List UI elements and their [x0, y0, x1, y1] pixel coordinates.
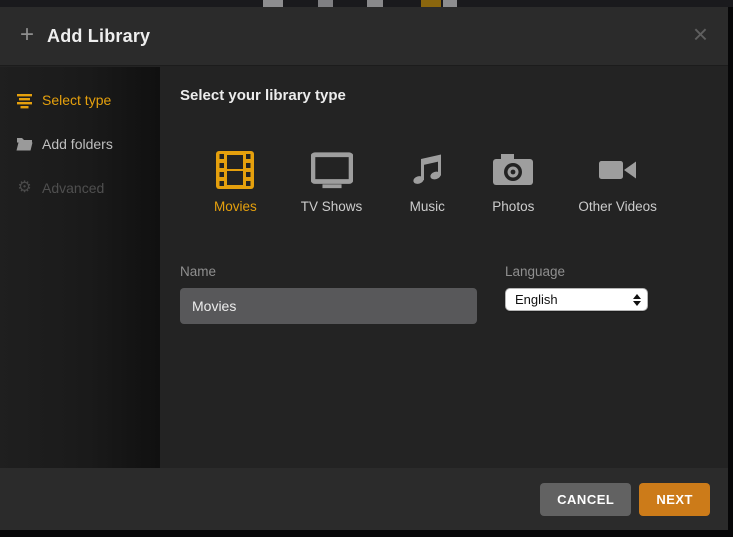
background-fragment	[263, 0, 283, 7]
folder-icon	[16, 136, 33, 153]
library-type-row: Movies TV Shows	[214, 150, 728, 214]
type-option-other-videos[interactable]: Other Videos	[578, 150, 657, 214]
sidebar-item-label: Add folders	[42, 136, 113, 152]
cancel-button[interactable]: CANCEL	[540, 483, 631, 516]
background-page	[0, 0, 733, 7]
dialog-header: + Add Library ×	[0, 7, 728, 66]
plus-icon: +	[20, 23, 34, 47]
close-icon[interactable]: ×	[693, 21, 708, 47]
type-label: Music	[410, 199, 445, 214]
fields-row: Name Language English	[180, 264, 728, 324]
name-field-label: Name	[180, 264, 477, 279]
music-note-icon	[406, 150, 448, 190]
language-select[interactable]: English	[505, 288, 648, 311]
background-fragment	[443, 0, 457, 7]
language-field-group: Language English	[505, 264, 648, 324]
background-fragment	[318, 0, 333, 7]
dialog-content: Select your library type	[160, 67, 728, 468]
add-library-dialog: + Add Library × Select type	[0, 7, 728, 530]
sidebar-item-select-type[interactable]: Select type	[0, 78, 160, 122]
language-select-value: English	[515, 292, 558, 307]
sidebar-item-add-folders[interactable]: Add folders	[0, 122, 160, 166]
content-heading: Select your library type	[180, 87, 728, 104]
sidebar-item-advanced: ⚙ Advanced	[0, 166, 160, 210]
type-label: Other Videos	[578, 199, 657, 214]
video-camera-icon	[597, 150, 639, 190]
library-name-input[interactable]	[180, 288, 477, 324]
background-fragment	[421, 0, 441, 7]
type-option-photos[interactable]: Photos	[492, 150, 534, 214]
type-option-movies[interactable]: Movies	[214, 150, 257, 214]
type-option-tv-shows[interactable]: TV Shows	[301, 150, 363, 214]
select-stepper-icon	[633, 294, 641, 306]
type-label: Photos	[492, 199, 534, 214]
language-field-label: Language	[505, 264, 648, 279]
gear-icon: ⚙	[16, 180, 33, 197]
dialog-body: Select type Add folders ⚙ Advanced Selec…	[0, 67, 728, 468]
type-option-music[interactable]: Music	[406, 150, 448, 214]
sidebar-item-label: Advanced	[42, 180, 104, 196]
type-label: Movies	[214, 199, 257, 214]
camera-icon	[492, 150, 534, 190]
type-label: TV Shows	[301, 199, 363, 214]
dialog-footer: CANCEL NEXT	[0, 468, 728, 530]
name-field-group: Name	[180, 264, 477, 324]
movies-film-icon	[214, 150, 256, 190]
dialog-title: Add Library	[47, 26, 150, 47]
wizard-steps-sidebar: Select type Add folders ⚙ Advanced	[0, 67, 160, 468]
list-lines-icon	[16, 92, 33, 109]
next-button[interactable]: NEXT	[639, 483, 710, 516]
tv-icon	[311, 150, 353, 190]
sidebar-item-label: Select type	[42, 92, 111, 108]
background-fragment	[367, 0, 383, 7]
